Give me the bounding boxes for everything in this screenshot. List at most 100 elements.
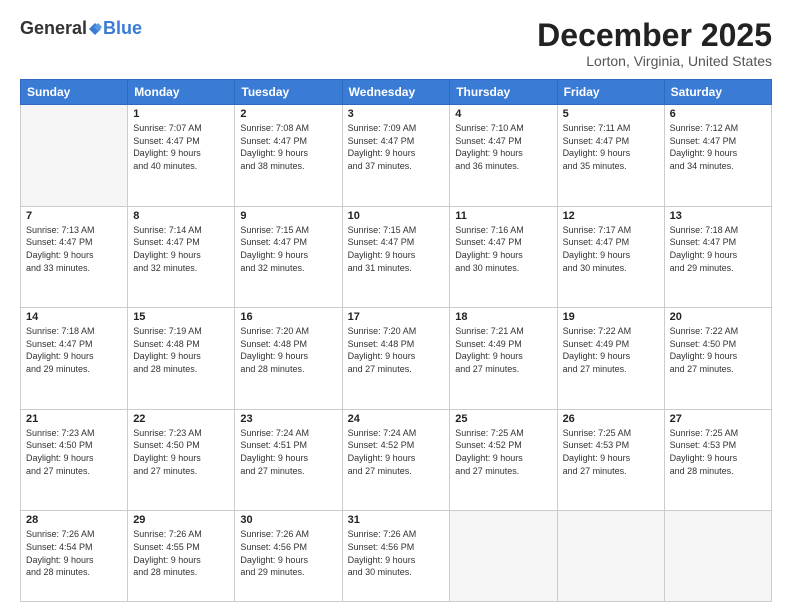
day-number: 11 bbox=[455, 210, 551, 222]
day-info: Sunrise: 7:16 AM Sunset: 4:47 PM Dayligh… bbox=[455, 224, 551, 274]
day-info: Sunrise: 7:08 AM Sunset: 4:47 PM Dayligh… bbox=[240, 122, 336, 172]
calendar-week-row: 7 Sunrise: 7:13 AM Sunset: 4:47 PM Daylig… bbox=[21, 206, 772, 308]
calendar-day-cell: 10Sunrise: 7:15 AM Sunset: 4:47 PM Dayli… bbox=[342, 206, 450, 308]
day-number: 19 bbox=[563, 311, 659, 323]
day-number: 3 bbox=[348, 108, 445, 120]
day-info: Sunrise: 7:15 AM Sunset: 4:47 PM Dayligh… bbox=[240, 224, 336, 274]
logo-blue-text: Blue bbox=[103, 18, 142, 39]
day-number: 9 bbox=[240, 210, 336, 222]
calendar-day-cell bbox=[21, 105, 128, 207]
day-info: Sunrise: 7:11 AM Sunset: 4:47 PM Dayligh… bbox=[563, 122, 659, 172]
day-info: Sunrise: 7:25 AM Sunset: 4:52 PM Dayligh… bbox=[455, 427, 551, 477]
day-info: Sunrise: 7:17 AM Sunset: 4:47 PM Dayligh… bbox=[563, 224, 659, 274]
day-info: Sunrise: 7:18 AM Sunset: 4:47 PM Dayligh… bbox=[26, 325, 122, 375]
calendar-day-cell bbox=[557, 511, 664, 602]
calendar-day-cell: 8Sunrise: 7:14 AM Sunset: 4:47 PM Daylig… bbox=[128, 206, 235, 308]
calendar-day-cell: 2 Sunrise: 7:08 AM Sunset: 4:47 PM Daylig… bbox=[235, 105, 342, 207]
calendar-day-cell: 31 Sunrise: 7:26 AM Sunset: 4:56 PM Dayli… bbox=[342, 511, 450, 602]
calendar-day-cell bbox=[664, 511, 771, 602]
day-number: 13 bbox=[670, 210, 766, 222]
day-info: Sunrise: 7:20 AM Sunset: 4:48 PM Dayligh… bbox=[240, 325, 336, 375]
calendar-day-cell: 25 Sunrise: 7:25 AM Sunset: 4:52 PM Dayli… bbox=[450, 409, 557, 511]
logo: General Blue bbox=[20, 18, 142, 39]
calendar-day-cell: 12 Sunrise: 7:17 AM Sunset: 4:47 PM Dayli… bbox=[557, 206, 664, 308]
header-wednesday: Wednesday bbox=[342, 80, 450, 105]
header-monday: Monday bbox=[128, 80, 235, 105]
day-info: Sunrise: 7:14 AM Sunset: 4:47 PM Dayligh… bbox=[133, 224, 229, 274]
header-saturday: Saturday bbox=[664, 80, 771, 105]
day-info: Sunrise: 7:26 AM Sunset: 4:56 PM Dayligh… bbox=[348, 528, 445, 578]
day-number: 25 bbox=[455, 413, 551, 425]
calendar-day-cell: 16 Sunrise: 7:20 AM Sunset: 4:48 PM Dayli… bbox=[235, 308, 342, 410]
day-number: 23 bbox=[240, 413, 336, 425]
day-info: Sunrise: 7:26 AM Sunset: 4:54 PM Dayligh… bbox=[26, 528, 122, 578]
day-info: Sunrise: 7:21 AM Sunset: 4:49 PM Dayligh… bbox=[455, 325, 551, 375]
day-number: 2 bbox=[240, 108, 336, 120]
calendar-week-row: 21 Sunrise: 7:23 AM Sunset: 4:50 PM Dayli… bbox=[21, 409, 772, 511]
day-number: 17 bbox=[348, 311, 445, 323]
calendar-day-cell: 20Sunrise: 7:22 AM Sunset: 4:50 PM Dayli… bbox=[664, 308, 771, 410]
calendar-day-cell: 6Sunrise: 7:12 AM Sunset: 4:47 PM Daylig… bbox=[664, 105, 771, 207]
day-info: Sunrise: 7:09 AM Sunset: 4:47 PM Dayligh… bbox=[348, 122, 445, 172]
day-number: 31 bbox=[348, 514, 445, 526]
calendar-table: Sunday Monday Tuesday Wednesday Thursday… bbox=[20, 79, 772, 602]
day-number: 1 bbox=[133, 108, 229, 120]
day-number: 22 bbox=[133, 413, 229, 425]
calendar-day-cell: 19 Sunrise: 7:22 AM Sunset: 4:49 PM Dayli… bbox=[557, 308, 664, 410]
day-number: 7 bbox=[26, 210, 122, 222]
day-info: Sunrise: 7:19 AM Sunset: 4:48 PM Dayligh… bbox=[133, 325, 229, 375]
header-friday: Friday bbox=[557, 80, 664, 105]
day-info: Sunrise: 7:12 AM Sunset: 4:47 PM Dayligh… bbox=[670, 122, 766, 172]
day-number: 27 bbox=[670, 413, 766, 425]
day-number: 29 bbox=[133, 514, 229, 526]
calendar-day-cell: 14 Sunrise: 7:18 AM Sunset: 4:47 PM Dayli… bbox=[21, 308, 128, 410]
day-number: 30 bbox=[240, 514, 336, 526]
day-info: Sunrise: 7:07 AM Sunset: 4:47 PM Dayligh… bbox=[133, 122, 229, 172]
calendar-day-cell: 21 Sunrise: 7:23 AM Sunset: 4:50 PM Dayli… bbox=[21, 409, 128, 511]
title-block: December 2025 Lorton, Virginia, United S… bbox=[537, 18, 772, 69]
day-number: 14 bbox=[26, 311, 122, 323]
calendar-day-cell: 3 Sunrise: 7:09 AM Sunset: 4:47 PM Daylig… bbox=[342, 105, 450, 207]
day-number: 15 bbox=[133, 311, 229, 323]
day-number: 24 bbox=[348, 413, 445, 425]
calendar-day-cell: 18 Sunrise: 7:21 AM Sunset: 4:49 PM Dayli… bbox=[450, 308, 557, 410]
calendar-week-row: 14 Sunrise: 7:18 AM Sunset: 4:47 PM Dayli… bbox=[21, 308, 772, 410]
calendar-day-cell: 27 Sunrise: 7:25 AM Sunset: 4:53 PM Dayli… bbox=[664, 409, 771, 511]
location: Lorton, Virginia, United States bbox=[537, 53, 772, 69]
header-sunday: Sunday bbox=[21, 80, 128, 105]
day-info: Sunrise: 7:23 AM Sunset: 4:50 PM Dayligh… bbox=[26, 427, 122, 477]
day-info: Sunrise: 7:13 AM Sunset: 4:47 PM Dayligh… bbox=[26, 224, 122, 274]
day-number: 21 bbox=[26, 413, 122, 425]
calendar-day-cell: 22 Sunrise: 7:23 AM Sunset: 4:50 PM Dayli… bbox=[128, 409, 235, 511]
header-thursday: Thursday bbox=[450, 80, 557, 105]
day-info: Sunrise: 7:25 AM Sunset: 4:53 PM Dayligh… bbox=[563, 427, 659, 477]
day-number: 10 bbox=[348, 210, 445, 222]
day-number: 12 bbox=[563, 210, 659, 222]
calendar-day-cell: 9 Sunrise: 7:15 AM Sunset: 4:47 PM Daylig… bbox=[235, 206, 342, 308]
calendar-day-cell: 28 Sunrise: 7:26 AM Sunset: 4:54 PM Dayli… bbox=[21, 511, 128, 602]
day-info: Sunrise: 7:18 AM Sunset: 4:47 PM Dayligh… bbox=[670, 224, 766, 274]
day-info: Sunrise: 7:24 AM Sunset: 4:52 PM Dayligh… bbox=[348, 427, 445, 477]
calendar-day-cell bbox=[450, 511, 557, 602]
calendar-day-cell: 5Sunrise: 7:11 AM Sunset: 4:47 PM Daylig… bbox=[557, 105, 664, 207]
calendar-header-row: Sunday Monday Tuesday Wednesday Thursday… bbox=[21, 80, 772, 105]
calendar-week-row: 28 Sunrise: 7:26 AM Sunset: 4:54 PM Dayli… bbox=[21, 511, 772, 602]
day-info: Sunrise: 7:26 AM Sunset: 4:56 PM Dayligh… bbox=[240, 528, 336, 578]
calendar-day-cell: 26Sunrise: 7:25 AM Sunset: 4:53 PM Dayli… bbox=[557, 409, 664, 511]
day-info: Sunrise: 7:23 AM Sunset: 4:50 PM Dayligh… bbox=[133, 427, 229, 477]
calendar-day-cell: 23 Sunrise: 7:24 AM Sunset: 4:51 PM Dayli… bbox=[235, 409, 342, 511]
day-info: Sunrise: 7:26 AM Sunset: 4:55 PM Dayligh… bbox=[133, 528, 229, 578]
day-number: 28 bbox=[26, 514, 122, 526]
calendar-day-cell: 29 Sunrise: 7:26 AM Sunset: 4:55 PM Dayli… bbox=[128, 511, 235, 602]
day-info: Sunrise: 7:25 AM Sunset: 4:53 PM Dayligh… bbox=[670, 427, 766, 477]
day-number: 16 bbox=[240, 311, 336, 323]
calendar-day-cell: 4 Sunrise: 7:10 AM Sunset: 4:47 PM Daylig… bbox=[450, 105, 557, 207]
day-number: 18 bbox=[455, 311, 551, 323]
day-info: Sunrise: 7:22 AM Sunset: 4:49 PM Dayligh… bbox=[563, 325, 659, 375]
header-tuesday: Tuesday bbox=[235, 80, 342, 105]
month-title: December 2025 bbox=[537, 18, 772, 53]
day-number: 4 bbox=[455, 108, 551, 120]
day-info: Sunrise: 7:24 AM Sunset: 4:51 PM Dayligh… bbox=[240, 427, 336, 477]
day-info: Sunrise: 7:10 AM Sunset: 4:47 PM Dayligh… bbox=[455, 122, 551, 172]
page-header: General Blue December 2025 Lorton, Virgi… bbox=[20, 18, 772, 69]
